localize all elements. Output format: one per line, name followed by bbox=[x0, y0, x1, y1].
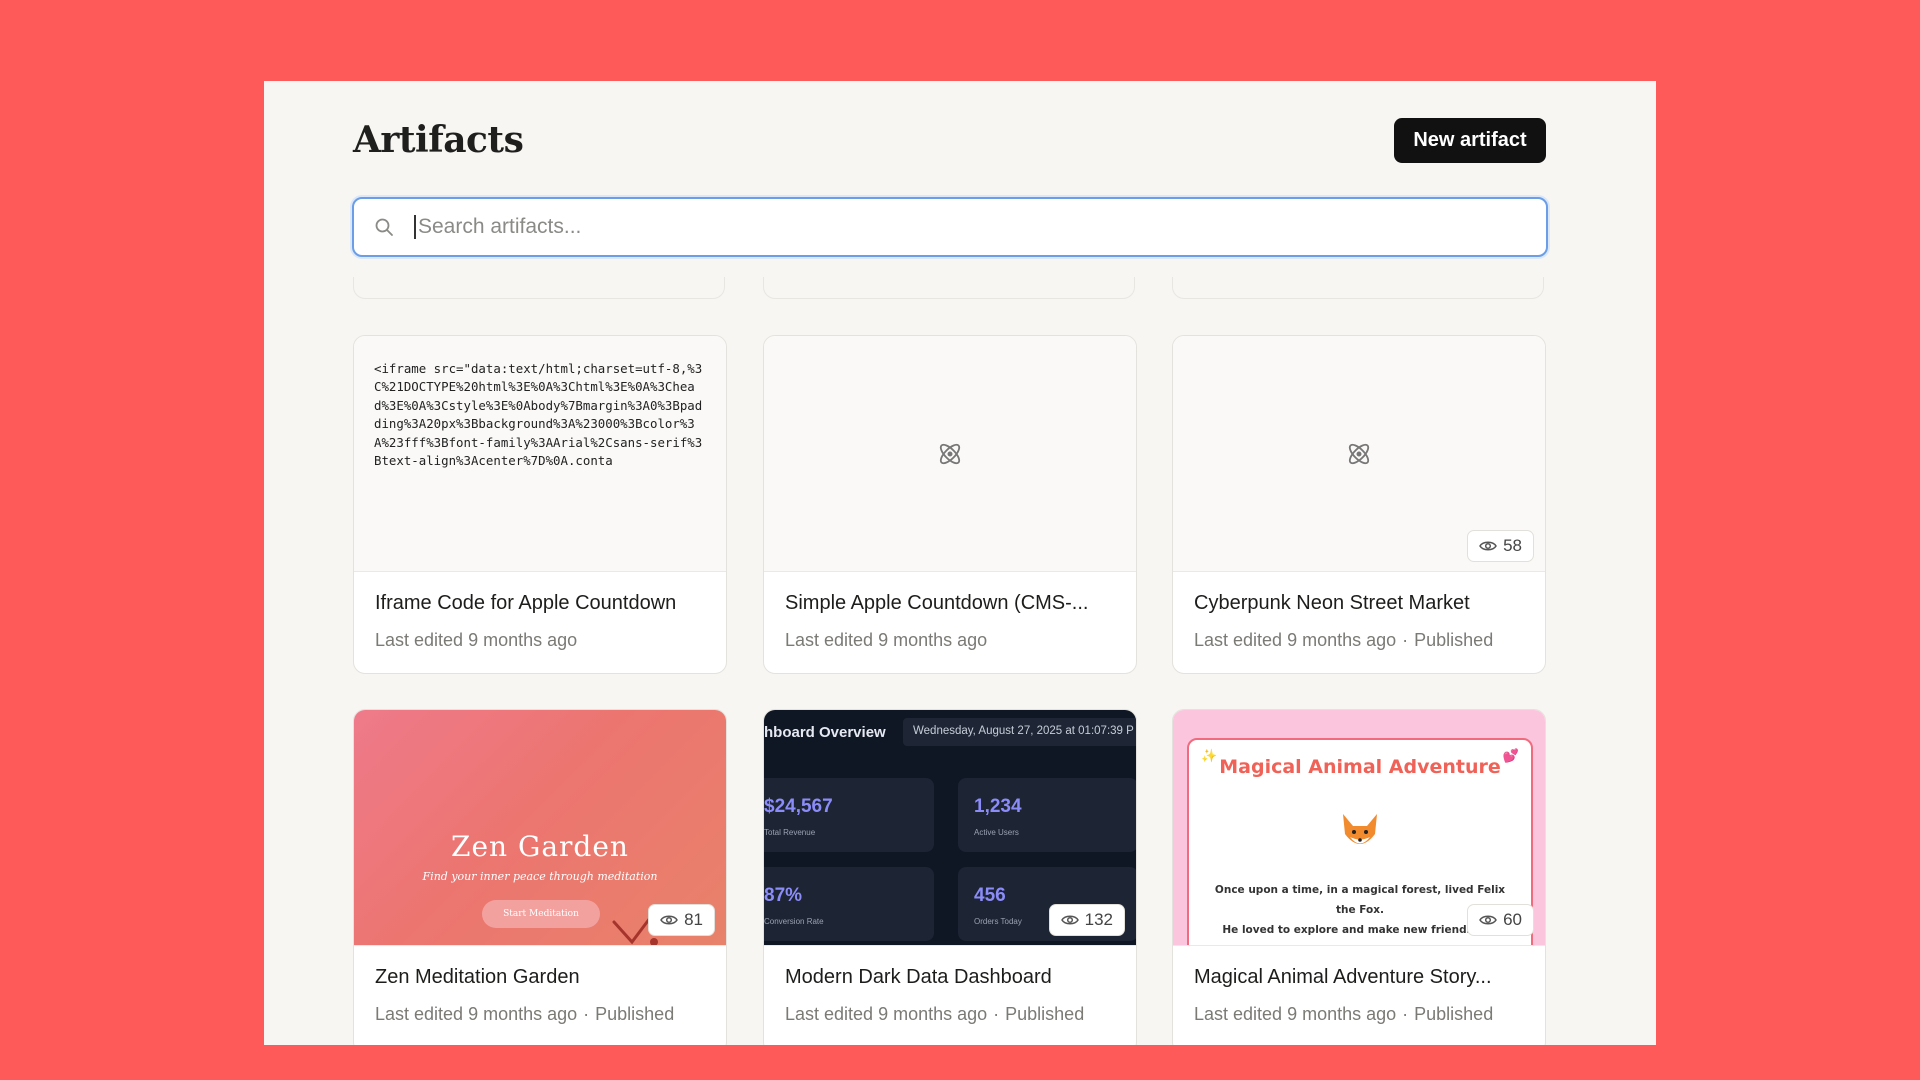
card-edge bbox=[1172, 277, 1544, 299]
artifact-title[interactable]: Magical Animal Adventure Story... bbox=[1194, 966, 1524, 989]
stat-label: Total Revenue bbox=[764, 828, 816, 837]
meta-separator: · bbox=[583, 1004, 590, 1024]
dashboard-date: Wednesday, August 27, 2025 at 01:07:39 P bbox=[903, 718, 1136, 746]
code-preview: <iframe src="data:text/html;charset=utf-… bbox=[374, 361, 703, 469]
eye-icon bbox=[660, 915, 678, 925]
published-status: Published bbox=[1005, 1004, 1085, 1024]
stat-tile: $24,567 Total Revenue bbox=[764, 778, 934, 852]
published-status: Published bbox=[1414, 1004, 1494, 1024]
artifact-card[interactable]: Simple Apple Countdown (CMS-... Last edi… bbox=[763, 335, 1137, 674]
artifact-meta: Last edited 9 months ago · Published bbox=[1194, 1004, 1524, 1025]
stat-tile: 1,234 Active Users bbox=[958, 778, 1136, 852]
search-icon bbox=[375, 218, 393, 236]
artifact-meta: Last edited 9 months ago · Published bbox=[785, 1004, 1115, 1025]
artifact-preview: <iframe src="data:text/html;charset=utf-… bbox=[354, 336, 726, 572]
artifact-meta: Last edited 9 months ago · Published bbox=[375, 1004, 705, 1025]
artifact-preview: Zen Garden Find your inner peace through… bbox=[354, 710, 726, 946]
artifact-preview: 58 bbox=[1173, 336, 1545, 572]
view-count: 81 bbox=[684, 910, 703, 929]
stat-value: 456 bbox=[974, 885, 1006, 906]
artifact-meta: Last edited 9 months ago bbox=[375, 630, 705, 651]
fox-icon bbox=[1343, 814, 1377, 844]
artifact-title[interactable]: Zen Meditation Garden bbox=[375, 966, 705, 989]
artifact-preview bbox=[764, 336, 1136, 572]
artifact-title[interactable]: Simple Apple Countdown (CMS-... bbox=[785, 592, 1115, 615]
last-edited: Last edited 9 months ago bbox=[1194, 1004, 1397, 1024]
artifact-card[interactable]: <iframe src="data:text/html;charset=utf-… bbox=[353, 335, 727, 674]
meta-separator: · bbox=[1402, 630, 1409, 650]
artifacts-window: Artifacts New artifact <iframe src="data… bbox=[264, 81, 1656, 1045]
stat-label: Orders Today bbox=[974, 917, 1022, 926]
artifact-title[interactable]: Iframe Code for Apple Countdown bbox=[375, 592, 705, 615]
view-count: 60 bbox=[1503, 910, 1522, 929]
artifact-card[interactable]: Zen Garden Find your inner peace through… bbox=[353, 709, 727, 1045]
artifact-card[interactable]: hboard Overview Wednesday, August 27, 20… bbox=[763, 709, 1137, 1045]
last-edited: Last edited 9 months ago bbox=[375, 630, 578, 650]
view-count-badge: 81 bbox=[648, 904, 715, 936]
atom-icon bbox=[939, 443, 961, 464]
artifact-title[interactable]: Modern Dark Data Dashboard bbox=[785, 966, 1115, 989]
card-edge bbox=[353, 277, 725, 299]
artifact-meta: Last edited 9 months ago bbox=[785, 630, 1115, 651]
artifact-meta: Last edited 9 months ago · Published bbox=[1194, 630, 1524, 651]
artifact-card[interactable]: 58 Cyberpunk Neon Street Market Last edi… bbox=[1172, 335, 1546, 674]
new-artifact-button[interactable]: New artifact bbox=[1394, 118, 1546, 163]
story-heading: Magical Animal Adventure bbox=[1219, 756, 1501, 778]
view-count: 58 bbox=[1503, 536, 1522, 555]
eye-icon bbox=[1479, 541, 1497, 551]
last-edited: Last edited 9 months ago bbox=[785, 630, 988, 650]
card-edge bbox=[763, 277, 1135, 299]
artifact-card[interactable]: ✨ 💕 Magical Animal Adventure Once upon a… bbox=[1172, 709, 1546, 1045]
last-edited: Last edited 9 months ago bbox=[785, 1004, 988, 1024]
meta-separator: · bbox=[993, 1004, 1000, 1024]
stat-label: Active Users bbox=[974, 828, 1019, 837]
published-status: Published bbox=[1414, 630, 1494, 650]
artifact-preview: ✨ 💕 Magical Animal Adventure Once upon a… bbox=[1173, 710, 1545, 946]
view-count-badge: 132 bbox=[1048, 904, 1125, 936]
artifact-preview: hboard Overview Wednesday, August 27, 20… bbox=[764, 710, 1136, 946]
stat-label: Conversion Rate bbox=[764, 917, 824, 926]
meta-separator: · bbox=[1402, 1004, 1409, 1024]
page-title: Artifacts bbox=[353, 119, 524, 161]
atom-icon bbox=[1348, 443, 1370, 464]
search-input[interactable] bbox=[414, 215, 1514, 239]
stat-value: $24,567 bbox=[764, 796, 833, 817]
zen-subtitle: Find your inner peace through meditation bbox=[422, 870, 658, 883]
eye-icon bbox=[1060, 915, 1079, 925]
view-count: 132 bbox=[1084, 910, 1113, 929]
stat-tile: 87% Conversion Rate bbox=[764, 867, 934, 941]
search-bar[interactable] bbox=[352, 197, 1548, 257]
stat-value: 1,234 bbox=[974, 796, 1022, 817]
view-count-badge: 60 bbox=[1467, 904, 1534, 936]
stat-value: 87% bbox=[764, 885, 803, 906]
dashboard-heading: hboard Overview bbox=[764, 724, 886, 741]
view-count-badge: 58 bbox=[1467, 530, 1534, 562]
last-edited: Last edited 9 months ago bbox=[375, 1004, 578, 1024]
last-edited: Last edited 9 months ago bbox=[1194, 630, 1397, 650]
zen-start-button: Start Meditation bbox=[482, 900, 600, 928]
zen-heading: Zen Garden bbox=[451, 830, 629, 863]
artifact-title[interactable]: Cyberpunk Neon Street Market bbox=[1194, 592, 1524, 615]
eye-icon bbox=[1479, 915, 1497, 925]
published-status: Published bbox=[595, 1004, 675, 1024]
